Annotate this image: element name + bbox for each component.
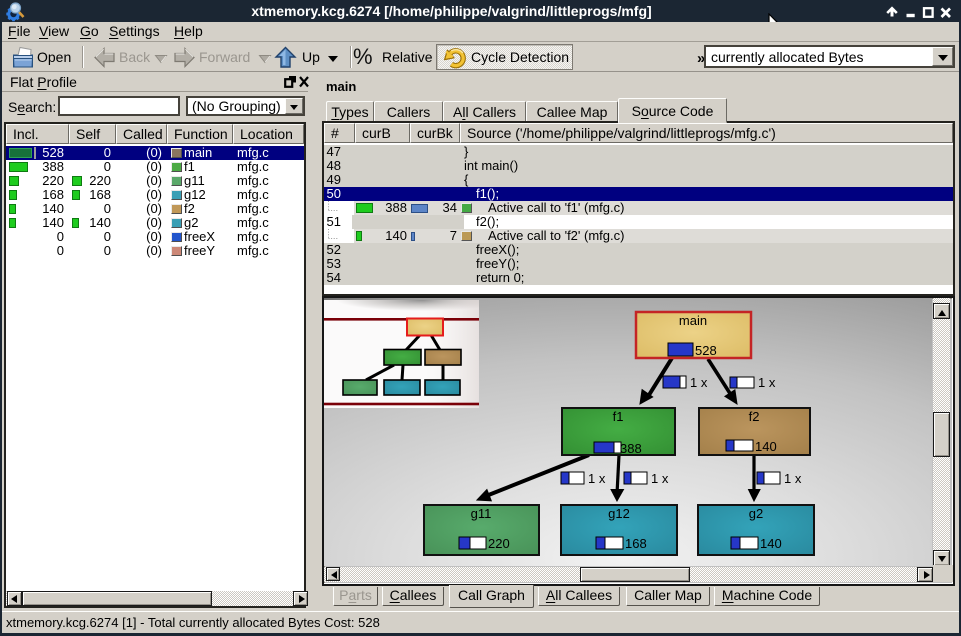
svg-text:1 x: 1 x: [651, 471, 669, 486]
svg-text:220: 220: [488, 536, 510, 551]
svg-text:1 x: 1 x: [784, 471, 802, 486]
svg-text:168: 168: [625, 536, 647, 551]
svg-text:g11: g11: [471, 506, 492, 521]
svg-text:g12: g12: [608, 506, 630, 521]
svg-text:140: 140: [755, 439, 777, 454]
svg-text:f2: f2: [749, 409, 760, 424]
svg-text:1 x: 1 x: [758, 375, 776, 390]
svg-text:1 x: 1 x: [588, 471, 606, 486]
svg-text:528: 528: [695, 343, 717, 358]
svg-text:main: main: [679, 313, 707, 328]
svg-text:1 x: 1 x: [690, 375, 708, 390]
svg-text:f1: f1: [613, 409, 624, 424]
svg-text:140: 140: [760, 536, 782, 551]
svg-text:g2: g2: [749, 506, 763, 521]
svg-text:388: 388: [620, 441, 642, 456]
